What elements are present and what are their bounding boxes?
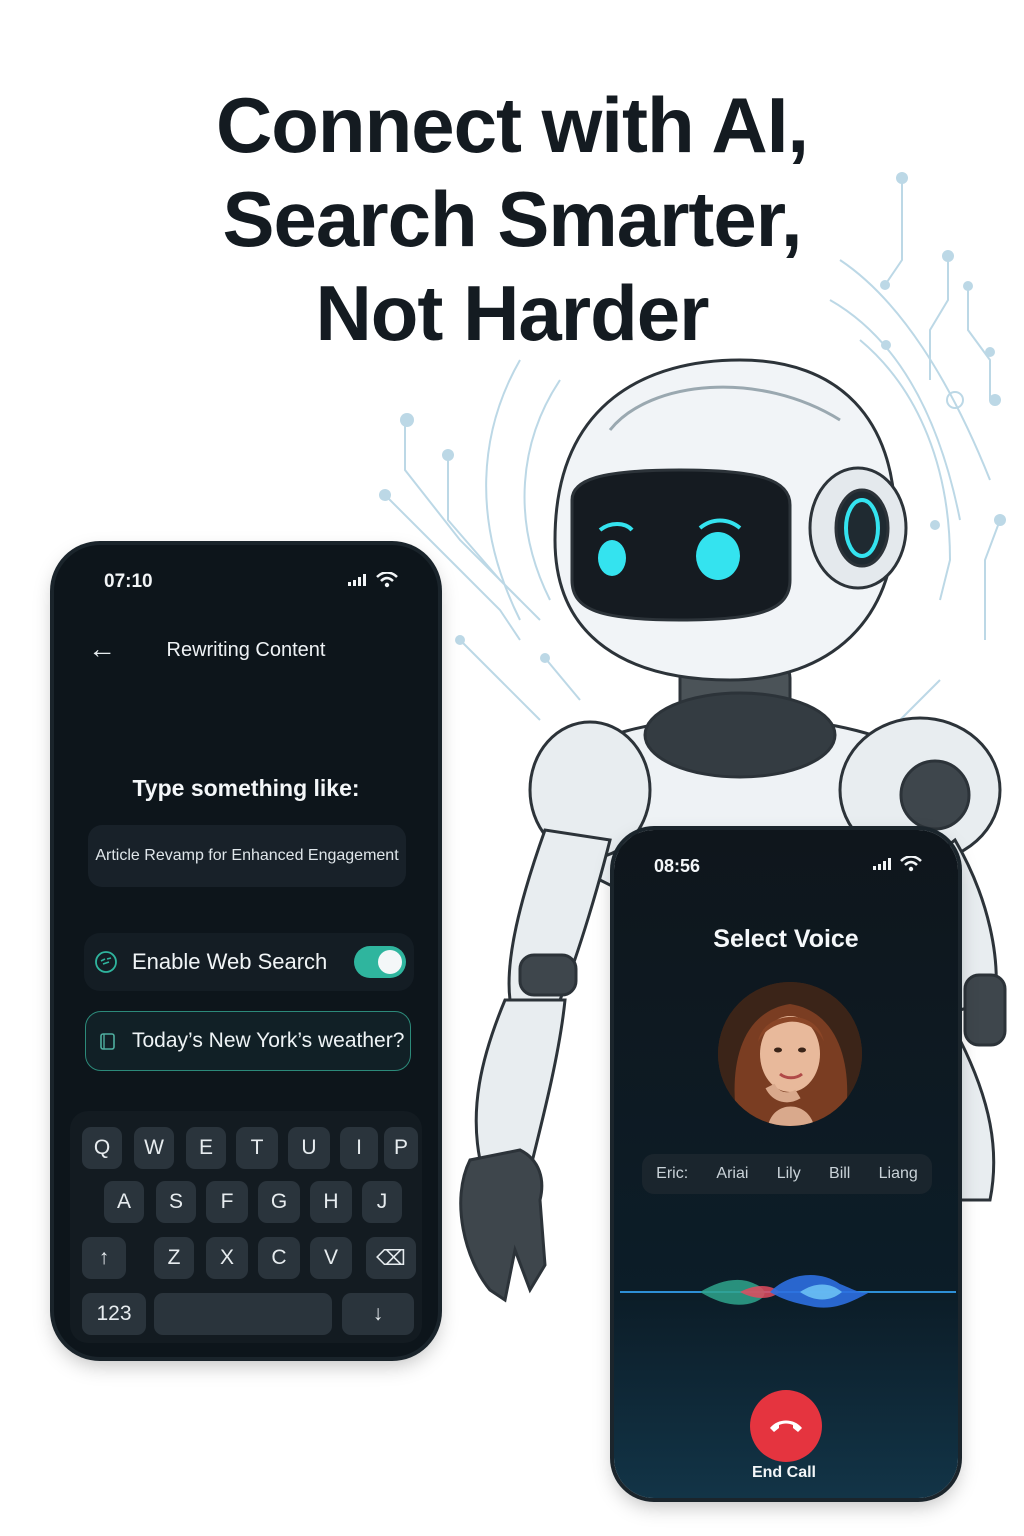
woman-portrait-icon — [718, 982, 862, 1126]
signal-icon — [348, 574, 366, 586]
voice-option[interactable]: Bill — [829, 1165, 850, 1183]
web-search-row[interactable]: Enable Web Search — [84, 933, 414, 991]
document-icon — [100, 1033, 115, 1050]
key-i[interactable]: I — [340, 1127, 378, 1169]
status-icons — [348, 572, 398, 588]
key-c[interactable]: C — [258, 1237, 300, 1279]
enter-key[interactable]: ↓ — [342, 1293, 414, 1335]
query-text: Today’s New York’s weather? — [132, 1029, 405, 1052]
query-input[interactable]: Today’s New York’s weather? — [85, 1011, 411, 1071]
keyboard: Q W E T U I P A S F G H J ↑ Z X C V ⌫ 12… — [70, 1111, 422, 1343]
key-e[interactable]: E — [186, 1127, 226, 1169]
suggestion-chip[interactable]: Article Revamp for Enhanced Engagement — [88, 825, 406, 887]
screen-title: Rewriting Content — [166, 639, 326, 661]
status-icons — [873, 856, 922, 872]
end-call-button[interactable] — [750, 1390, 822, 1462]
web-search-label: Enable Web Search — [132, 949, 328, 974]
web-search-icon — [95, 951, 117, 973]
key-f[interactable]: F — [206, 1181, 248, 1223]
phone-rewriting-content: 07:10 ← Rewriting Content Type something… — [54, 545, 438, 1357]
headline: Connect with AI, Search Smarter, Not Har… — [0, 78, 1024, 360]
space-key[interactable] — [154, 1293, 332, 1335]
key-a[interactable]: A — [104, 1181, 144, 1223]
key-g[interactable]: G — [258, 1181, 300, 1223]
web-search-toggle[interactable] — [354, 946, 406, 978]
key-h[interactable]: H — [310, 1181, 352, 1223]
status-time: 08:56 — [654, 856, 701, 876]
signal-icon — [873, 858, 891, 870]
toggle-knob — [378, 950, 402, 974]
key-q[interactable]: Q — [82, 1127, 122, 1169]
status-time: 07:10 — [104, 571, 153, 592]
wifi-icon — [376, 572, 398, 588]
key-p[interactable]: P — [384, 1127, 418, 1169]
backspace-key[interactable]: ⌫ — [366, 1237, 416, 1279]
key-u[interactable]: U — [288, 1127, 330, 1169]
key-t[interactable]: T — [236, 1127, 278, 1169]
screen-title: Select Voice — [713, 925, 859, 953]
voice-option[interactable]: Eric: — [656, 1165, 688, 1183]
wifi-icon — [900, 856, 922, 872]
key-x[interactable]: X — [206, 1237, 248, 1279]
key-w[interactable]: W — [134, 1127, 174, 1169]
shift-key[interactable]: ↑ — [82, 1237, 126, 1279]
key-s[interactable]: S — [156, 1181, 196, 1223]
headline-line-3: Not Harder — [315, 269, 709, 357]
phone-hangup-icon — [770, 1420, 802, 1432]
key-v[interactable]: V — [310, 1237, 352, 1279]
voice-option[interactable]: Lily — [777, 1165, 801, 1183]
key-j[interactable]: J — [362, 1181, 402, 1223]
voice-option[interactable]: Liang — [879, 1165, 918, 1183]
numbers-key[interactable]: 123 — [82, 1293, 146, 1335]
voice-selector: Eric: Ariai Lily Bill Liang — [642, 1154, 932, 1194]
hint-label: Type something like: — [132, 775, 360, 801]
voice-waveform — [620, 1274, 956, 1308]
headline-line-1: Connect with AI, — [215, 81, 809, 169]
headline-line-2: Search Smarter, — [222, 175, 802, 263]
voice-avatar[interactable] — [718, 982, 862, 1126]
voice-option[interactable]: Ariai — [716, 1165, 748, 1183]
key-z[interactable]: Z — [154, 1237, 194, 1279]
end-call-label: End Call — [751, 1464, 816, 1481]
phone-select-voice: 08:56 Select Voice Eric: Ariai Lily Bill… — [614, 830, 958, 1498]
